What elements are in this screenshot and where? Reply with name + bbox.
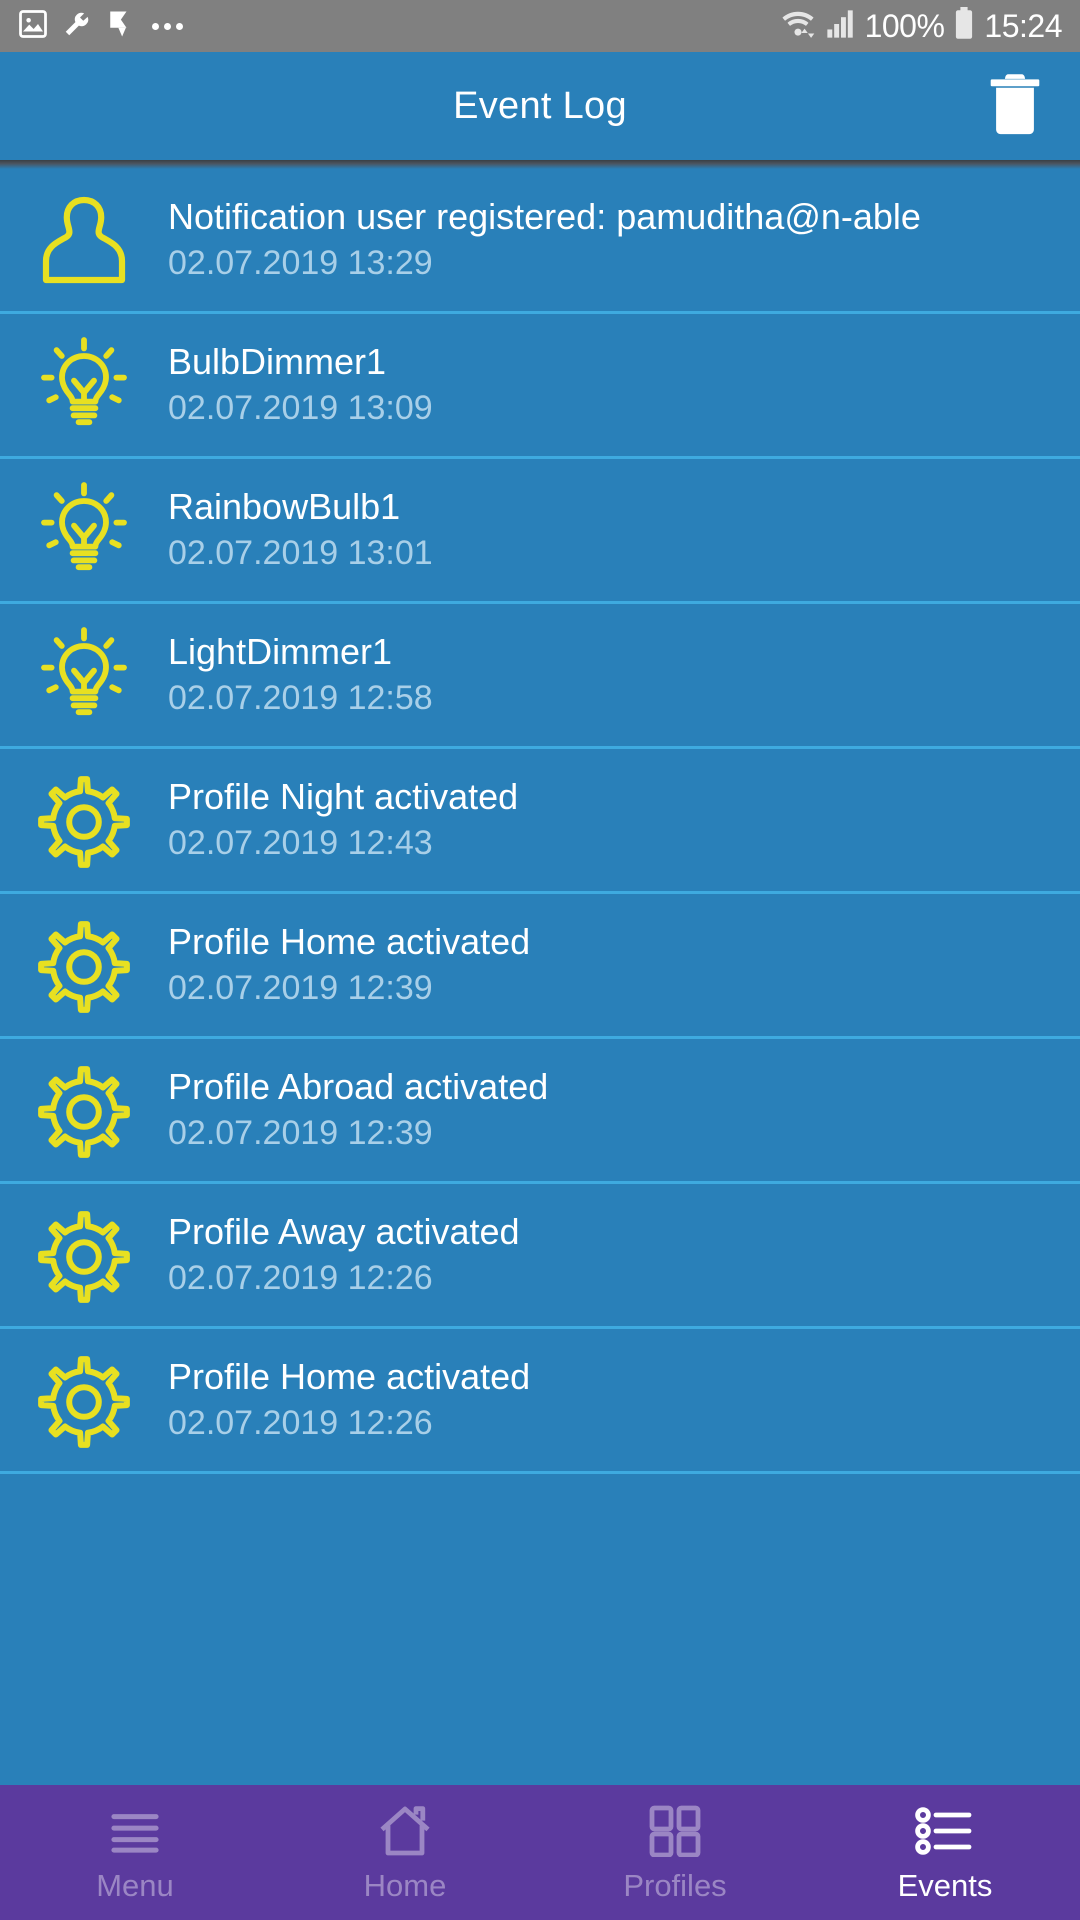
event-title: BulbDimmer1: [168, 343, 387, 383]
event-title: Notification user registered: pamuditha@…: [168, 198, 921, 238]
event-title: Profile Home activated: [168, 1358, 531, 1398]
delete-all-events-button[interactable]: [980, 66, 1050, 146]
event-log-row[interactable]: Profile Home activated 02.07.2019 12:39: [0, 894, 1080, 1039]
event-log-row[interactable]: Notification user registered: pamuditha@…: [0, 169, 1080, 314]
flag-icon: [106, 9, 132, 44]
image-icon: [18, 9, 48, 44]
event-timestamp: 02.07.2019 12:26: [168, 1259, 433, 1297]
event-timestamp: 02.07.2019 12:39: [168, 1114, 433, 1152]
event-log-row[interactable]: BulbDimmer1 02.07.2019 13:09: [0, 314, 1080, 459]
app-header: Event Log: [0, 52, 1080, 160]
gear-icon: [0, 1062, 168, 1158]
event-log-row[interactable]: Profile Night activated 02.07.2019 12:43: [0, 749, 1080, 894]
event-timestamp: 02.07.2019 12:26: [168, 1404, 433, 1442]
gear-icon: [0, 772, 168, 868]
nav-item-menu[interactable]: Menu: [0, 1785, 270, 1920]
event-log-row[interactable]: LightDimmer1 02.07.2019 12:58: [0, 604, 1080, 749]
nav-item-events[interactable]: Events: [810, 1785, 1080, 1920]
lightbulb-icon: [0, 627, 168, 723]
event-timestamp: 02.07.2019 13:01: [168, 534, 433, 572]
event-timestamp: 02.07.2019 13:09: [168, 389, 433, 427]
page-title: Event Log: [453, 84, 627, 127]
event-title: Profile Away activated: [168, 1213, 520, 1253]
nav-item-home[interactable]: Home: [270, 1785, 540, 1920]
nav-item-profiles[interactable]: Profiles: [540, 1785, 810, 1920]
event-log-list[interactable]: Notification user registered: pamuditha@…: [0, 169, 1080, 1849]
event-title: RainbowBulb1: [168, 488, 401, 528]
bottom-navigation-bar: Menu Home Profiles Events: [0, 1785, 1080, 1920]
wrench-icon: [62, 9, 92, 44]
wifi-icon: [779, 8, 817, 45]
more-dots-icon: [152, 22, 183, 30]
cellular-signal-icon: [826, 8, 856, 45]
battery-full-icon: [953, 7, 975, 45]
lightbulb-icon: [0, 337, 168, 433]
grid-squares-icon: [648, 1805, 702, 1857]
event-log-row[interactable]: Profile Home activated 02.07.2019 12:26: [0, 1329, 1080, 1474]
header-shadow-divider: [0, 160, 1080, 169]
event-title: Profile Abroad activated: [168, 1068, 549, 1108]
status-bar: 100% 15:24: [0, 0, 1080, 52]
event-timestamp: 02.07.2019 12:58: [168, 679, 433, 717]
event-timestamp: 02.07.2019 13:29: [168, 244, 433, 282]
nav-item-label: Events: [897, 1867, 993, 1903]
event-timestamp: 02.07.2019 12:39: [168, 969, 433, 1007]
gear-icon: [0, 1207, 168, 1303]
status-bar-clock: 15:24: [984, 8, 1062, 44]
nav-item-label: Profiles: [623, 1867, 727, 1903]
nav-item-label: Menu: [96, 1867, 174, 1903]
event-log-row[interactable]: Profile Abroad activated 02.07.2019 12:39: [0, 1039, 1080, 1184]
event-log-row[interactable]: Profile Away activated 02.07.2019 12:26: [0, 1184, 1080, 1329]
bullet-list-icon: [915, 1805, 975, 1857]
hamburger-menu-icon: [108, 1805, 162, 1857]
event-log-row[interactable]: RainbowBulb1 02.07.2019 13:01: [0, 459, 1080, 604]
status-bar-right-icons: 100% 15:24: [779, 7, 1062, 45]
event-title: Profile Home activated: [168, 923, 531, 963]
event-title: Profile Night activated: [168, 778, 519, 818]
nav-item-label: Home: [363, 1867, 447, 1903]
event-title: LightDimmer1: [168, 633, 393, 673]
battery-percent-label: 100%: [864, 8, 945, 44]
event-timestamp: 02.07.2019 12:43: [168, 824, 433, 862]
home-icon: [377, 1805, 433, 1857]
gear-icon: [0, 917, 168, 1013]
trash-icon: [988, 71, 1042, 142]
gear-icon: [0, 1352, 168, 1448]
status-bar-left-icons: [18, 9, 779, 44]
lightbulb-icon: [0, 482, 168, 578]
person-icon: [0, 192, 168, 288]
